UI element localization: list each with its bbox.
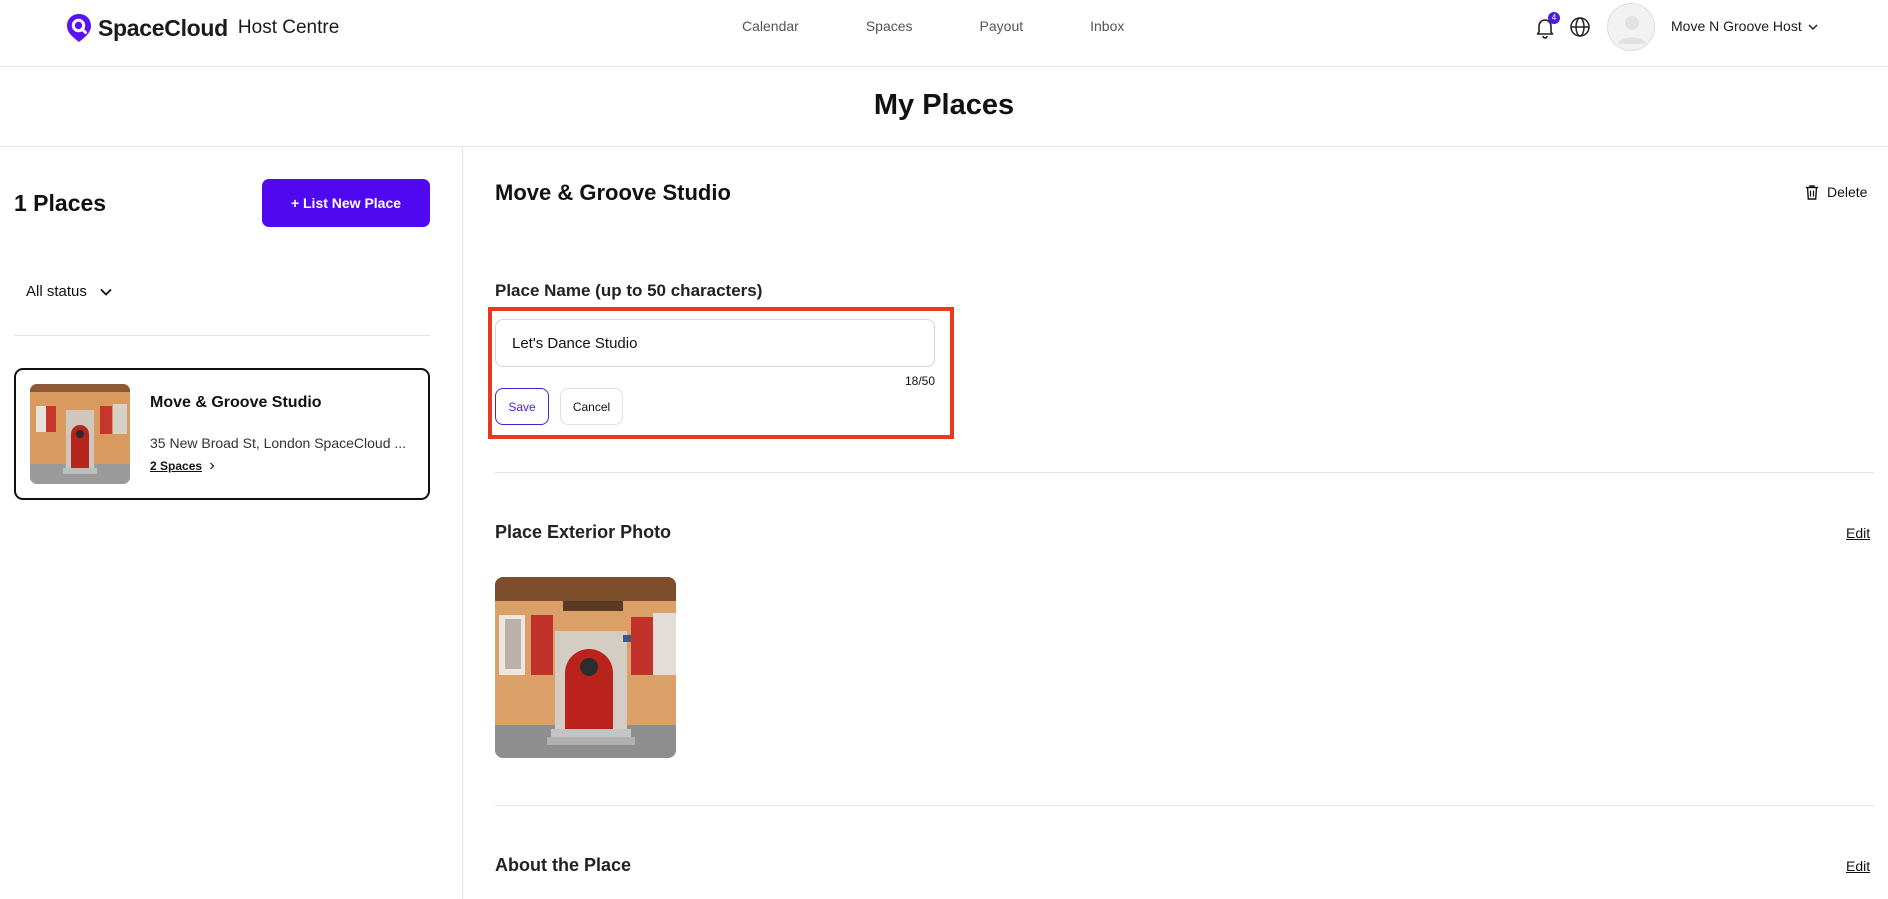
exterior-photo-title: Place Exterior Photo xyxy=(495,522,672,542)
exterior-photo[interactable] xyxy=(495,577,676,758)
user-name[interactable]: Move N Groove Host xyxy=(1671,18,1802,34)
place-name-label: Place Name (up to 50 characters) xyxy=(495,281,763,300)
brand-subtitle: Host Centre xyxy=(237,17,340,38)
places-count: 1 Places xyxy=(14,190,107,216)
chevron-right-icon xyxy=(210,462,215,470)
trash-icon xyxy=(1806,185,1818,200)
place-card[interactable]: Move & Groove Studio 35 New Broad St, Lo… xyxy=(14,368,430,500)
nav-spaces[interactable]: Spaces xyxy=(866,18,913,34)
places-sidebar: 1 Places + List New Place All status Mov… xyxy=(0,147,463,899)
globe-icon[interactable] xyxy=(1568,15,1592,39)
brand-name: SpaceCloud xyxy=(98,14,228,41)
chevron-down-icon[interactable] xyxy=(1806,20,1820,34)
edit-about-link[interactable]: Edit xyxy=(1846,858,1870,874)
place-card-name: Move & Groove Studio xyxy=(150,394,322,411)
place-title: Move & Groove Studio xyxy=(495,180,731,205)
place-thumbnail xyxy=(30,384,130,484)
brand-logo[interactable]: SpaceCloud Host Centre xyxy=(66,13,339,43)
about-place-title: About the Place xyxy=(495,855,632,875)
delete-button[interactable]: Delete xyxy=(1803,183,1867,201)
place-card-spaces-link[interactable]: 2 Spaces xyxy=(150,459,218,473)
nav-payout[interactable]: Payout xyxy=(980,18,1024,34)
place-card-address: 35 New Broad St, London SpaceCloud ... xyxy=(150,435,407,451)
save-button[interactable]: Save xyxy=(495,388,549,425)
section-divider xyxy=(495,472,1874,473)
character-counter: 18/50 xyxy=(904,374,935,388)
list-new-place-button[interactable]: + List New Place xyxy=(262,179,430,227)
user-avatar[interactable] xyxy=(1607,3,1655,51)
top-header: SpaceCloud Host Centre Calendar Spaces P… xyxy=(0,0,1888,67)
page-title: My Places xyxy=(873,89,1015,121)
spaces-link-label: 2 Spaces xyxy=(150,459,203,473)
nav-inbox[interactable]: Inbox xyxy=(1090,18,1124,34)
status-filter-label: All status xyxy=(26,283,87,300)
chevron-down-icon xyxy=(100,288,112,296)
edit-exterior-photo-link[interactable]: Edit xyxy=(1846,525,1870,541)
place-detail-panel: Move & Groove Studio Delete Place Name (… xyxy=(464,147,1888,899)
main-nav: Calendar Spaces Payout Inbox xyxy=(742,18,1191,34)
nav-calendar[interactable]: Calendar xyxy=(742,18,799,34)
place-name-input[interactable] xyxy=(495,319,935,367)
sidebar-divider xyxy=(14,335,430,336)
page-title-bar: My Places xyxy=(0,67,1888,147)
cancel-button[interactable]: Cancel xyxy=(560,388,623,425)
section-divider xyxy=(495,805,1874,806)
avatar-placeholder-icon xyxy=(1618,16,1646,44)
status-filter-dropdown[interactable]: All status xyxy=(26,283,113,300)
spacecloud-logo-icon xyxy=(67,14,91,42)
delete-label: Delete xyxy=(1827,184,1868,200)
notification-badge: 4 xyxy=(1548,12,1560,24)
